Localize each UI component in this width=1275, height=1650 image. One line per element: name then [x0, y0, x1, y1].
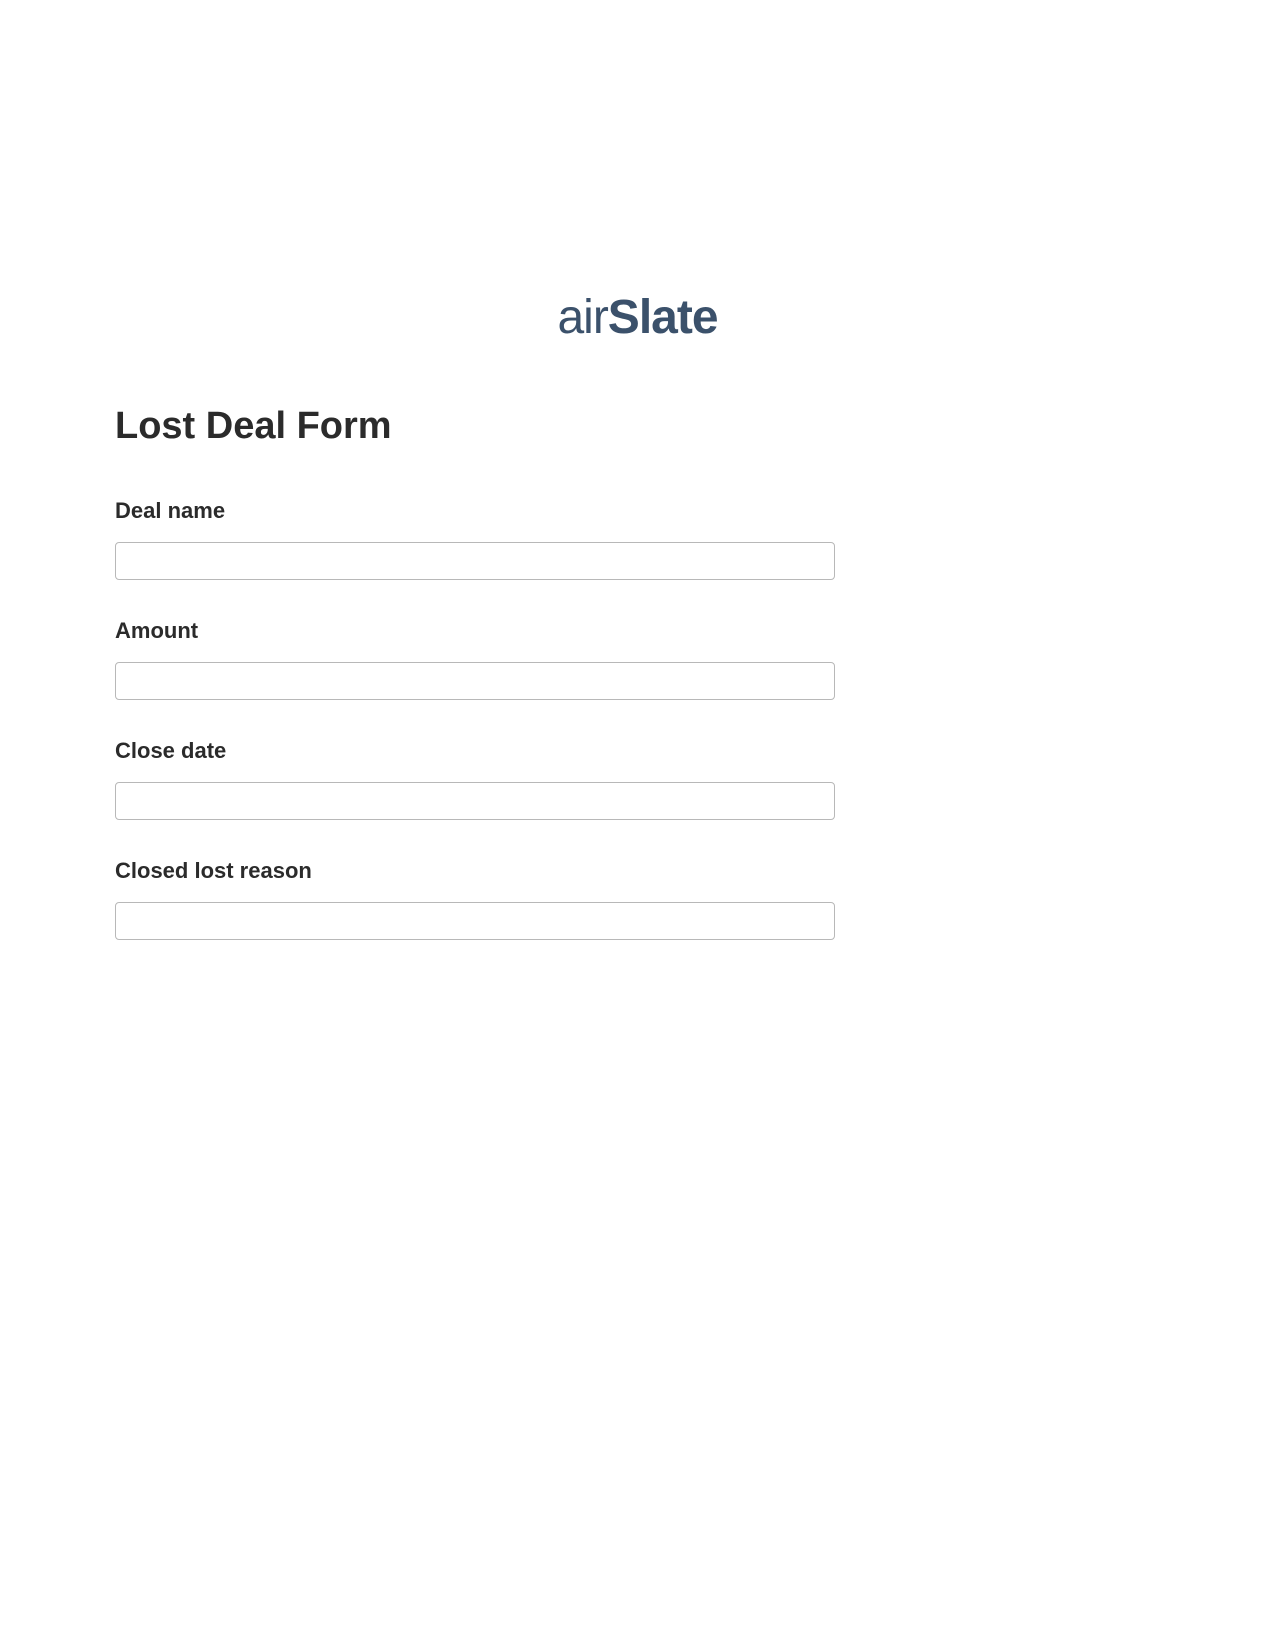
field-close-date: Close date — [115, 738, 1160, 820]
airslate-logo: airSlate — [557, 290, 717, 345]
input-deal-name[interactable] — [115, 542, 835, 580]
field-amount: Amount — [115, 618, 1160, 700]
logo-container: airSlate — [115, 290, 1160, 345]
logo-part-air: air — [557, 291, 607, 344]
form-page: airSlate Lost Deal Form Deal name Amount… — [0, 0, 1275, 940]
label-deal-name: Deal name — [115, 498, 1160, 524]
label-amount: Amount — [115, 618, 1160, 644]
field-deal-name: Deal name — [115, 498, 1160, 580]
form-title: Lost Deal Form — [115, 405, 1160, 448]
label-closed-lost-reason: Closed lost reason — [115, 858, 1160, 884]
field-closed-lost-reason: Closed lost reason — [115, 858, 1160, 940]
input-close-date[interactable] — [115, 782, 835, 820]
logo-part-slate: Slate — [608, 291, 718, 344]
input-amount[interactable] — [115, 662, 835, 700]
label-close-date: Close date — [115, 738, 1160, 764]
input-closed-lost-reason[interactable] — [115, 902, 835, 940]
